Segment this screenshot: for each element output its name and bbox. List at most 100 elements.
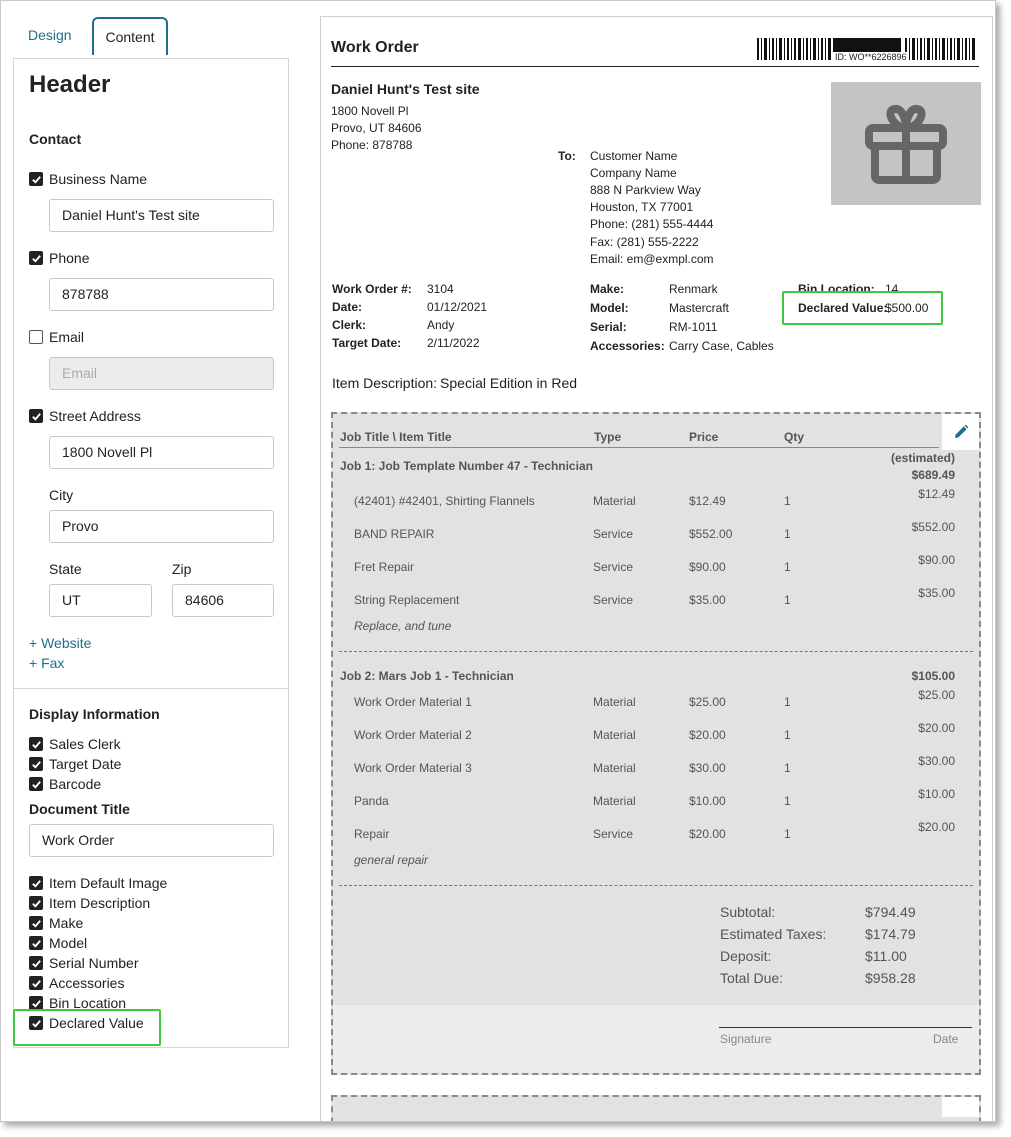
line-item-title: Work Order Material 2 (354, 728, 472, 742)
accessories-checkbox[interactable]: Accessories (29, 975, 124, 991)
target-date-checkbox[interactable]: Target Date (29, 756, 121, 772)
line-item-price: $35.00 (689, 593, 726, 607)
state-input[interactable]: UT (49, 584, 152, 617)
total-due-label: Total Due: (720, 970, 784, 986)
business-name-input[interactable]: Daniel Hunt's Test site (49, 199, 274, 232)
email-input[interactable]: Email (49, 357, 274, 390)
line-item-amount: $20.00 (918, 721, 955, 735)
item-description-label: Item Description: (332, 375, 438, 391)
col-header-price: Price (689, 430, 719, 444)
declared-value-highlight (13, 1009, 161, 1046)
street-address-checkbox[interactable]: Street Address (29, 408, 141, 424)
line-item-title: BAND REPAIR (354, 527, 435, 541)
line-item-qty: 1 (784, 593, 791, 607)
make-doc-label: Make: (590, 282, 625, 296)
state-label: State (49, 561, 82, 577)
line-item-price: $20.00 (689, 728, 726, 742)
phone-input[interactable]: 878788 (49, 278, 274, 311)
target-date-doc-label: Target Date: (332, 336, 402, 350)
zip-input[interactable]: 84606 (172, 584, 274, 617)
clerk-value: Andy (427, 318, 455, 332)
street-address-input[interactable]: 1800 Novell Pl (49, 436, 274, 469)
line-item-type: Service (593, 593, 634, 607)
model-label: Model (49, 935, 88, 951)
line-item-qty: 1 (784, 695, 791, 709)
model-doc-value: Mastercraft (669, 301, 730, 315)
window-frame: Design Content Header Contact Business N… (0, 0, 996, 1122)
tab-design[interactable]: Design (28, 17, 72, 53)
job-separator (339, 651, 973, 652)
line-item-qty: 1 (784, 494, 791, 508)
check-icon (29, 916, 43, 930)
job-note: general repair (354, 853, 429, 867)
deposit-label: Deposit: (720, 948, 772, 964)
job-estimated: (estimated) (890, 451, 955, 465)
display-info-title: Display Information (29, 706, 160, 722)
line-item-price: $25.00 (689, 695, 726, 709)
serial-number-checkbox[interactable]: Serial Number (29, 955, 138, 971)
line-item-title: String Replacement (354, 593, 460, 607)
work-order-label: Work Order #: (332, 282, 412, 296)
line-item-amount: $25.00 (918, 688, 955, 702)
work-order-value: 3104 (427, 282, 454, 296)
target-date-label: Target Date (49, 756, 122, 772)
line-item-price: $30.00 (689, 761, 726, 775)
line-item-qty: 1 (784, 728, 791, 742)
to-line: 888 N Parkview Way (590, 183, 701, 197)
subtotal-value: $794.49 (865, 904, 916, 920)
add-fax-link[interactable]: + Fax (29, 655, 64, 671)
model-checkbox[interactable]: Model (29, 935, 87, 951)
line-item-price: $552.00 (689, 527, 733, 541)
line-item-type: Material (593, 494, 636, 508)
doc-phone: Phone: 878788 (331, 138, 413, 152)
check-icon (29, 251, 43, 265)
to-line: Houston, TX 77001 (590, 200, 694, 214)
target-date-doc-value: 2/11/2022 (427, 336, 480, 350)
to-label: To: (558, 149, 576, 163)
tab-content[interactable]: Content (92, 17, 168, 55)
date-label: Date: (332, 300, 363, 314)
date-sign-label: Date (933, 1032, 959, 1046)
barcode-checkbox[interactable]: Barcode (29, 776, 101, 792)
accessories-label: Accessories (49, 975, 125, 991)
line-item-type: Service (593, 827, 634, 841)
line-item-amount: $10.00 (918, 787, 955, 801)
accessories-doc-value: Carry Case, Cables (669, 339, 774, 353)
line-item-qty: 1 (784, 761, 791, 775)
signature-line (719, 1027, 972, 1028)
document-title-label: Document Title (29, 801, 130, 817)
add-website-link[interactable]: + Website (29, 635, 91, 651)
phone-checkbox[interactable]: Phone (29, 250, 89, 266)
line-item-qty: 1 (784, 794, 791, 808)
job-title: Job 1: Job Template Number 47 - Technici… (340, 459, 593, 473)
check-icon (29, 777, 43, 791)
job-total: $689.49 (911, 468, 955, 482)
check-icon (29, 956, 43, 970)
item-description-checkbox[interactable]: Item Description (29, 895, 150, 911)
line-item-amount: $35.00 (918, 586, 955, 600)
make-label: Make (49, 915, 84, 931)
edit-button[interactable] (942, 414, 979, 450)
line-item-title: Fret Repair (354, 560, 415, 574)
email-label: Email (49, 329, 85, 345)
barcode-label: Barcode (49, 776, 102, 792)
next-section-button[interactable] (942, 1097, 979, 1117)
email-checkbox[interactable]: Email (29, 329, 84, 345)
make-doc-value: Renmark (669, 282, 718, 296)
doc-address-line-2: Provo, UT 84606 (331, 121, 422, 135)
document-title-input[interactable]: Work Order (29, 824, 274, 857)
business-name-label: Business Name (49, 171, 148, 187)
item-default-image-checkbox[interactable]: Item Default Image (29, 875, 167, 891)
job-note: Replace, and tune (354, 619, 452, 633)
line-item-amount: $552.00 (911, 520, 955, 534)
sales-clerk-checkbox[interactable]: Sales Clerk (29, 736, 121, 752)
col-header-type: Type (594, 430, 622, 444)
accessories-doc-label: Accessories: (590, 339, 665, 353)
item-description-value: Special Edition in Red (440, 375, 578, 391)
city-input[interactable]: Provo (49, 510, 274, 543)
taxes-label: Estimated Taxes: (720, 926, 827, 942)
business-name-checkbox[interactable]: Business Name (29, 171, 147, 187)
line-item-qty: 1 (784, 527, 791, 541)
item-default-image-label: Item Default Image (49, 875, 168, 891)
make-checkbox[interactable]: Make (29, 915, 83, 931)
